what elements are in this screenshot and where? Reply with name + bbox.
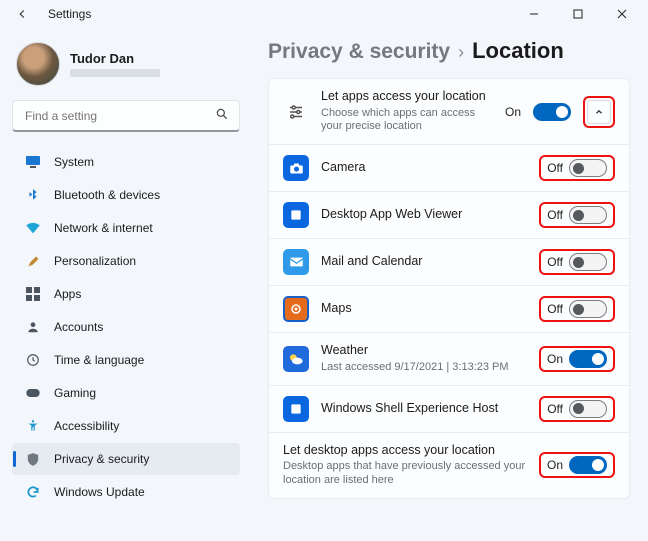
- mail-icon: [283, 249, 309, 275]
- nav-label: Windows Update: [54, 485, 145, 499]
- app-label: Desktop App Web Viewer: [321, 207, 527, 223]
- app-label: Maps: [321, 301, 527, 317]
- apps-icon: [24, 285, 42, 303]
- nav-label: Network & internet: [54, 221, 153, 235]
- minimize-button[interactable]: [512, 0, 556, 28]
- shell-host-toggle[interactable]: [569, 400, 607, 418]
- app-label: Mail and Calendar: [321, 254, 527, 270]
- sliders-icon: [283, 99, 309, 125]
- nav-accessibility[interactable]: Accessibility: [12, 410, 240, 442]
- nav-network[interactable]: Network & internet: [12, 212, 240, 244]
- breadcrumb: Privacy & security › Location: [268, 38, 630, 64]
- app-row-desktop-web-viewer: Desktop App Web Viewer Off: [269, 191, 629, 238]
- clock-icon: [24, 351, 42, 369]
- nav-apps[interactable]: Apps: [12, 278, 240, 310]
- toggle-state: On: [547, 458, 563, 472]
- app-label: Weather: [321, 343, 527, 359]
- system-icon: [24, 153, 42, 171]
- toggle-state: Off: [547, 402, 563, 416]
- app-row-maps: Maps Off: [269, 285, 629, 332]
- close-button[interactable]: [600, 0, 644, 28]
- nav-personalization[interactable]: Personalization: [12, 245, 240, 277]
- bluetooth-icon: [24, 186, 42, 204]
- nav-label: Bluetooth & devices: [54, 188, 160, 202]
- toggle-state: Off: [547, 208, 563, 222]
- user-profile[interactable]: Tudor Dan: [16, 42, 240, 86]
- section-title: Let desktop apps access your location: [283, 443, 527, 459]
- search-input[interactable]: [23, 108, 215, 124]
- nav-label: Accessibility: [54, 419, 119, 433]
- collapse-button[interactable]: [587, 100, 611, 124]
- page-title: Location: [472, 38, 564, 64]
- wifi-icon: [24, 219, 42, 237]
- toggle-state: On: [547, 352, 563, 366]
- section-title: Let apps access your location: [321, 89, 493, 105]
- app-row-shell-host: Windows Shell Experience Host Off: [269, 385, 629, 432]
- nav-accounts[interactable]: Accounts: [12, 311, 240, 343]
- app-row-camera: Camera Off: [269, 144, 629, 191]
- maps-icon: [283, 296, 309, 322]
- desktop-web-viewer-toggle[interactable]: [569, 206, 607, 224]
- nav-label: Time & language: [54, 353, 144, 367]
- weather-toggle[interactable]: [569, 350, 607, 368]
- maximize-button[interactable]: [556, 0, 600, 28]
- section-subtitle: Choose which apps can access your precis…: [321, 107, 493, 135]
- app-icon: [283, 396, 309, 422]
- camera-toggle[interactable]: [569, 159, 607, 177]
- app-row-mail-calendar: Mail and Calendar Off: [269, 238, 629, 285]
- weather-icon: [283, 346, 309, 372]
- breadcrumb-parent[interactable]: Privacy & security: [268, 40, 450, 64]
- nav-time-language[interactable]: Time & language: [12, 344, 240, 376]
- apps-access-toggle[interactable]: [533, 103, 571, 121]
- desktop-apps-access-toggle[interactable]: [569, 456, 607, 474]
- chevron-right-icon: ›: [458, 42, 464, 63]
- nav-label: Accounts: [54, 320, 103, 334]
- nav-label: Personalization: [54, 254, 136, 268]
- app-icon: [283, 202, 309, 228]
- app-row-weather: Weather Last accessed 9/17/2021 | 3:13:2…: [269, 332, 629, 384]
- toggle-state: Off: [547, 161, 563, 175]
- app-sublabel: Last accessed 9/17/2021 | 3:13:23 PM: [321, 361, 527, 375]
- mail-calendar-toggle[interactable]: [569, 253, 607, 271]
- nav-bluetooth[interactable]: Bluetooth & devices: [12, 179, 240, 211]
- user-email-redacted: [70, 69, 160, 77]
- window-title: Settings: [48, 7, 91, 21]
- nav-privacy-security[interactable]: Privacy & security: [12, 443, 240, 475]
- camera-icon: [283, 155, 309, 181]
- let-apps-access-location-header[interactable]: Let apps access your location Choose whi…: [269, 79, 629, 144]
- search-icon: [215, 107, 229, 124]
- app-label: Camera: [321, 160, 527, 176]
- avatar: [16, 42, 60, 86]
- nav-windows-update[interactable]: Windows Update: [12, 476, 240, 508]
- back-button[interactable]: [10, 2, 34, 26]
- let-desktop-apps-access-location[interactable]: Let desktop apps access your location De…: [269, 432, 629, 498]
- user-name: Tudor Dan: [70, 51, 160, 66]
- shield-icon: [24, 450, 42, 468]
- location-apps-card: Let apps access your location Choose whi…: [268, 78, 630, 499]
- nav-label: System: [54, 155, 94, 169]
- search-box[interactable]: [12, 100, 240, 132]
- toggle-state: Off: [547, 255, 563, 269]
- nav-list: System Bluetooth & devices Network & int…: [12, 146, 240, 508]
- brush-icon: [24, 252, 42, 270]
- nav-label: Privacy & security: [54, 452, 149, 466]
- accessibility-icon: [24, 417, 42, 435]
- toggle-state: On: [505, 105, 521, 119]
- nav-gaming[interactable]: Gaming: [12, 377, 240, 409]
- update-icon: [24, 483, 42, 501]
- nav-label: Gaming: [54, 386, 96, 400]
- maps-toggle[interactable]: [569, 300, 607, 318]
- app-label: Windows Shell Experience Host: [321, 401, 527, 417]
- section-subtitle: Desktop apps that have previously access…: [283, 460, 527, 488]
- person-icon: [24, 318, 42, 336]
- nav-system[interactable]: System: [12, 146, 240, 178]
- nav-label: Apps: [54, 287, 81, 301]
- gaming-icon: [24, 384, 42, 402]
- toggle-state: Off: [547, 302, 563, 316]
